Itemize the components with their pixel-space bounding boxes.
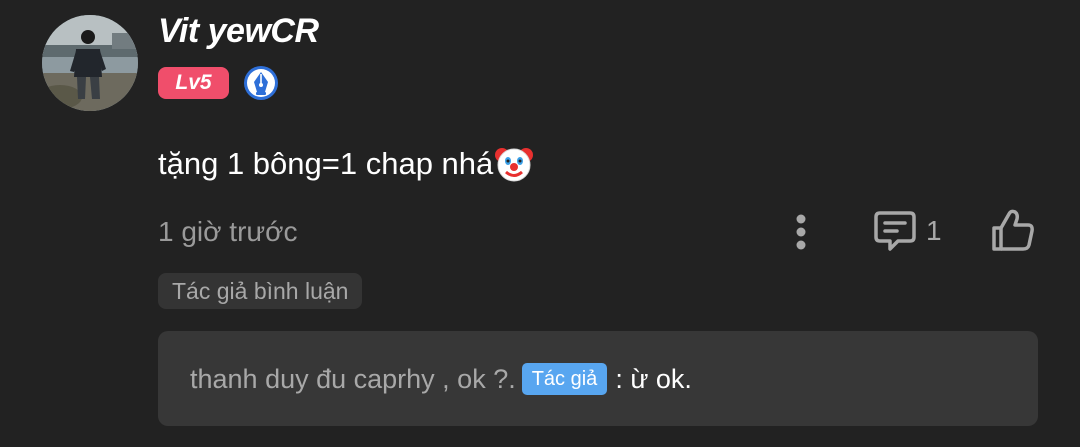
username[interactable]: Vit yewCR <box>158 12 319 51</box>
comment-text: tặng 1 bông=1 chap nhá <box>158 146 494 181</box>
clown-face-emoji <box>494 144 534 184</box>
reply-preview[interactable]: thanh duy đu caprhy , ok ?. Tác giả : ừ … <box>158 331 1038 426</box>
comment-icon <box>874 211 916 251</box>
comment-content: tặng 1 bông=1 chap nhá <box>158 144 534 184</box>
reply-line: thanh duy đu caprhy , ok ?. Tác giả : ừ … <box>190 363 692 395</box>
reply-button[interactable]: 1 <box>872 208 952 254</box>
level-badge: Lv5 <box>158 67 229 99</box>
author-tag-badge: Tác giả <box>521 363 608 395</box>
more-options-button[interactable] <box>786 210 816 254</box>
avatar[interactable] <box>42 15 138 111</box>
like-button[interactable] <box>988 206 1038 256</box>
comment-card: Vit yewCR Lv5 tặng 1 bông=1 chap nhá 1 g… <box>0 0 1080 447</box>
author-commented-tag: Tác giả bình luận <box>158 273 363 309</box>
reply-count: 1 <box>926 215 942 246</box>
thumbs-up-icon <box>992 209 1034 251</box>
comment-time: 1 giờ trước <box>158 216 298 247</box>
author-pen-icon <box>243 65 279 101</box>
more-vertical-icon <box>796 214 806 250</box>
reply-prefix: thanh duy đu caprhy , ok ?. <box>190 363 516 394</box>
reply-text: : ừ ok. <box>615 363 692 394</box>
